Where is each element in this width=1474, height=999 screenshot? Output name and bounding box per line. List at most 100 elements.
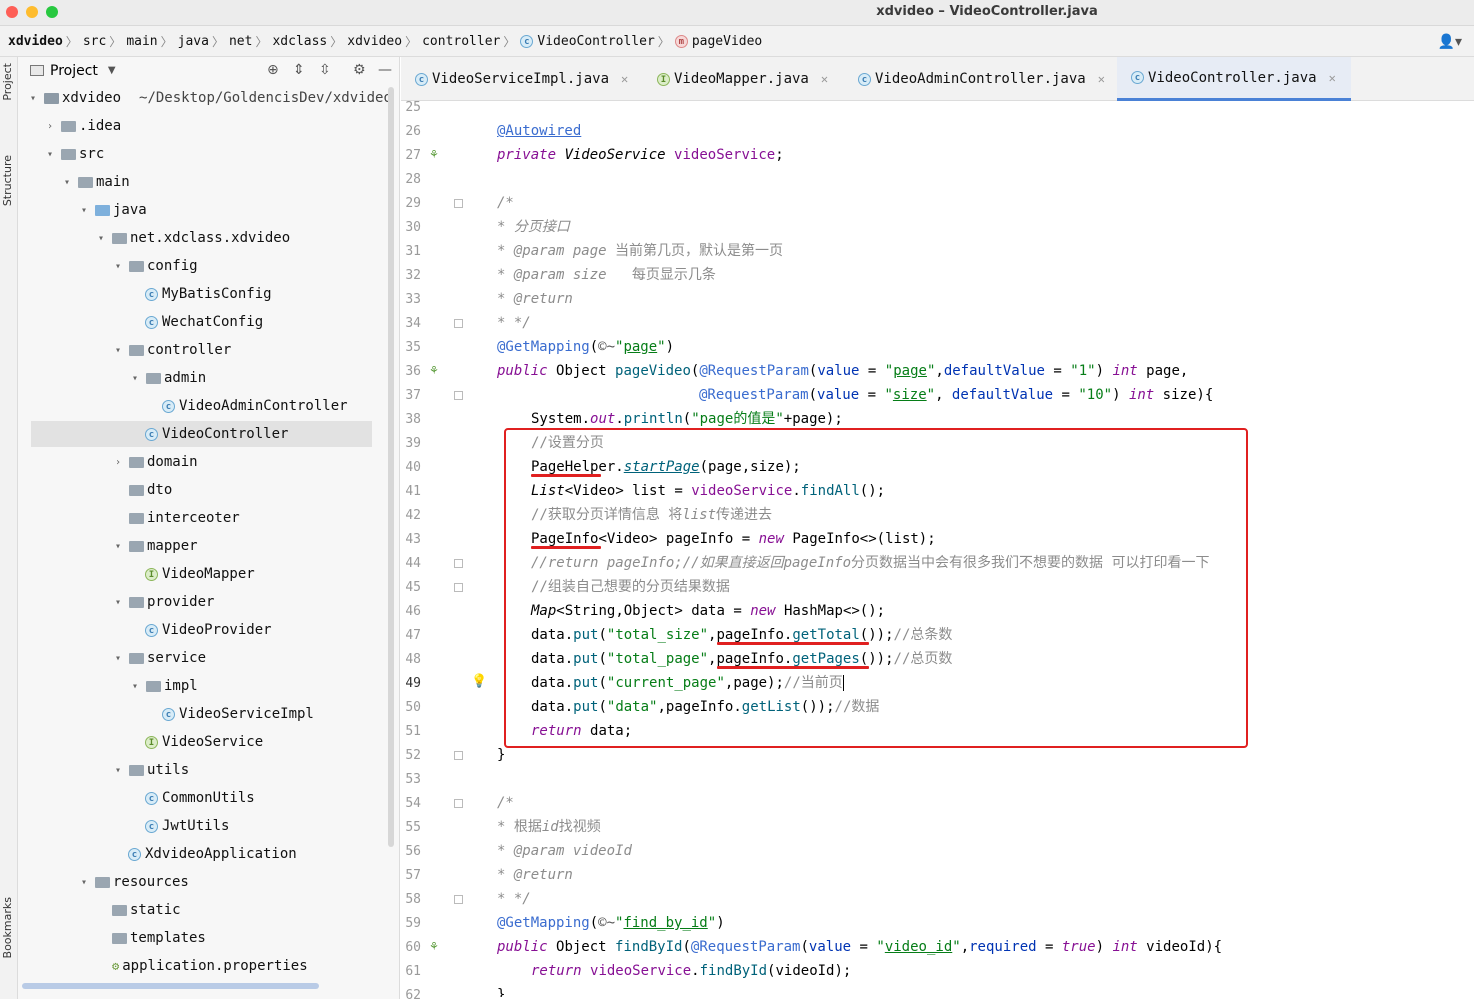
line-number[interactable]: 53 (400, 772, 421, 788)
line-number[interactable]: 61 (400, 964, 421, 980)
tree-node[interactable]: ▾ provider (111, 589, 214, 615)
fold-icon[interactable] (454, 199, 463, 208)
spring-bean-icon[interactable]: ⚘ (429, 148, 439, 161)
spring-bean-icon[interactable]: ⚘ (429, 940, 439, 953)
lightbulb-icon[interactable]: 💡 (471, 674, 487, 689)
line-number[interactable]: 27 (400, 148, 421, 164)
tab-videomapper[interactable]: I VideoMapper.java ✕ (643, 57, 843, 101)
tree-node[interactable]: ▾ src (43, 141, 104, 167)
line-number[interactable]: 40 (400, 460, 421, 476)
tree-node[interactable]: ▾ config (111, 253, 198, 279)
tree-node[interactable]: c VideoProvider (145, 617, 272, 643)
line-number[interactable]: 41 (400, 484, 421, 500)
hide-panel-icon[interactable]: — (378, 62, 392, 78)
line-number[interactable]: 62 (400, 988, 421, 999)
locate-icon[interactable]: ⊕ (267, 62, 279, 78)
breadcrumb-item[interactable]: xdclass 〉 (272, 33, 347, 50)
tab-videoserviceimpl[interactable]: c VideoServiceImpl.java ✕ (401, 57, 641, 101)
fold-icon[interactable] (454, 895, 463, 904)
fold-icon[interactable] (454, 559, 463, 568)
fold-icon[interactable] (454, 799, 463, 808)
breadcrumb-item[interactable]: net 〉 (229, 33, 273, 50)
tree-node[interactable]: static (112, 897, 181, 923)
line-number[interactable]: 57 (400, 868, 421, 884)
close-icon[interactable]: ✕ (1098, 72, 1105, 86)
tree-node[interactable]: I VideoMapper (145, 561, 255, 587)
line-number[interactable]: 28 (400, 172, 421, 188)
close-icon[interactable]: ✕ (821, 72, 828, 86)
line-number[interactable]: 47 (400, 628, 421, 644)
fold-icon[interactable] (454, 583, 463, 592)
user-account-icon[interactable]: 👤▾ (1438, 34, 1462, 50)
tree-node[interactable]: ▾ admin (128, 365, 206, 391)
line-number[interactable]: 29 (400, 196, 421, 212)
fold-icon[interactable] (454, 391, 463, 400)
project-view-title[interactable]: Project (50, 63, 98, 79)
tree-node[interactable]: ▾ impl (128, 673, 198, 699)
breadcrumb-item[interactable]: m pageVideo (674, 34, 762, 49)
spring-bean-icon[interactable]: ⚘ (429, 364, 439, 377)
tree-node[interactable]: › domain (111, 449, 198, 475)
line-number[interactable]: 36 (400, 364, 421, 380)
tree-node[interactable]: c VideoAdminController (162, 393, 348, 419)
tree-node[interactable]: c JwtUtils (145, 813, 229, 839)
tree-node[interactable]: › .idea (43, 113, 121, 139)
line-number[interactable]: 44 (400, 556, 421, 572)
line-number[interactable]: 33 (400, 292, 421, 308)
expand-all-icon[interactable]: ⇕ (293, 62, 305, 78)
line-number[interactable]: 26 (400, 124, 421, 140)
breadcrumb-item[interactable]: xdvideo 〉 (8, 33, 83, 50)
chevron-down-icon[interactable]: ▼ (108, 65, 116, 76)
breadcrumb-item[interactable]: main 〉 (126, 33, 177, 50)
tree-node[interactable]: c CommonUtils (145, 785, 255, 811)
horizontal-scrollbar[interactable] (22, 983, 319, 989)
tree-node[interactable]: ⚙ application.properties (112, 953, 308, 979)
tree-node[interactable]: ▾ service (111, 645, 206, 671)
tree-node-root[interactable]: ▾ xdvideo ~/Desktop/GoldencisDev/xdvideo (26, 85, 392, 111)
tree-node[interactable]: ▾ resources (77, 869, 189, 895)
breadcrumb-item[interactable]: src 〉 (83, 33, 127, 50)
tree-node[interactable]: ▾ controller (111, 337, 231, 363)
tree-node[interactable]: c WechatConfig (145, 309, 263, 335)
tree-node[interactable]: ▾ net.xdclass.xdvideo (94, 225, 290, 251)
line-number[interactable]: 54 (400, 796, 421, 812)
line-number[interactable]: 50 (400, 700, 421, 716)
tree-node[interactable]: c VideoServiceImpl (162, 701, 314, 727)
line-number[interactable]: 30 (400, 220, 421, 236)
line-number[interactable]: 59 (400, 916, 421, 932)
line-number[interactable]: 55 (400, 820, 421, 836)
project-tool-button[interactable]: Project (1, 63, 14, 101)
line-number[interactable]: 49 (400, 676, 421, 692)
line-number[interactable]: 51 (400, 724, 421, 740)
tab-videocontroller[interactable]: c VideoController.java ✕ (1117, 57, 1351, 101)
line-number[interactable]: 25 (400, 100, 421, 116)
line-number[interactable]: 60 (400, 940, 421, 956)
fold-icon[interactable] (454, 751, 463, 760)
line-number[interactable]: 58 (400, 892, 421, 908)
tree-node[interactable]: interceoter (129, 505, 240, 531)
line-number[interactable]: 45 (400, 580, 421, 596)
tree-node[interactable]: ▾ mapper (111, 533, 198, 559)
line-number[interactable]: 48 (400, 652, 421, 668)
tree-node[interactable]: templates (112, 925, 206, 951)
tree-node[interactable]: I VideoService (145, 729, 263, 755)
gear-icon[interactable]: ⚙ (353, 62, 366, 78)
line-number[interactable]: 31 (400, 244, 421, 260)
breadcrumb-item[interactable]: java 〉 (178, 33, 229, 50)
tree-node[interactable]: dto (129, 477, 172, 503)
close-icon[interactable]: ✕ (1329, 71, 1336, 85)
tab-videoadmincontroller[interactable]: c VideoAdminController.java ✕ (844, 57, 1116, 101)
line-number[interactable]: 46 (400, 604, 421, 620)
line-number[interactable]: 52 (400, 748, 421, 764)
bookmarks-tool-button[interactable]: Bookmarks (1, 897, 14, 958)
line-number[interactable]: 34 (400, 316, 421, 332)
fold-icon[interactable] (454, 319, 463, 328)
line-number[interactable]: 43 (400, 532, 421, 548)
line-number[interactable]: 56 (400, 844, 421, 860)
breadcrumb-item[interactable]: xdvideo 〉 (347, 33, 422, 50)
line-number[interactable]: 42 (400, 508, 421, 524)
breadcrumb-item[interactable]: c VideoController 〉 (520, 33, 674, 50)
tree-node[interactable]: ▾ utils (111, 757, 189, 783)
line-number[interactable]: 37 (400, 388, 421, 404)
structure-tool-button[interactable]: Structure (1, 155, 14, 206)
